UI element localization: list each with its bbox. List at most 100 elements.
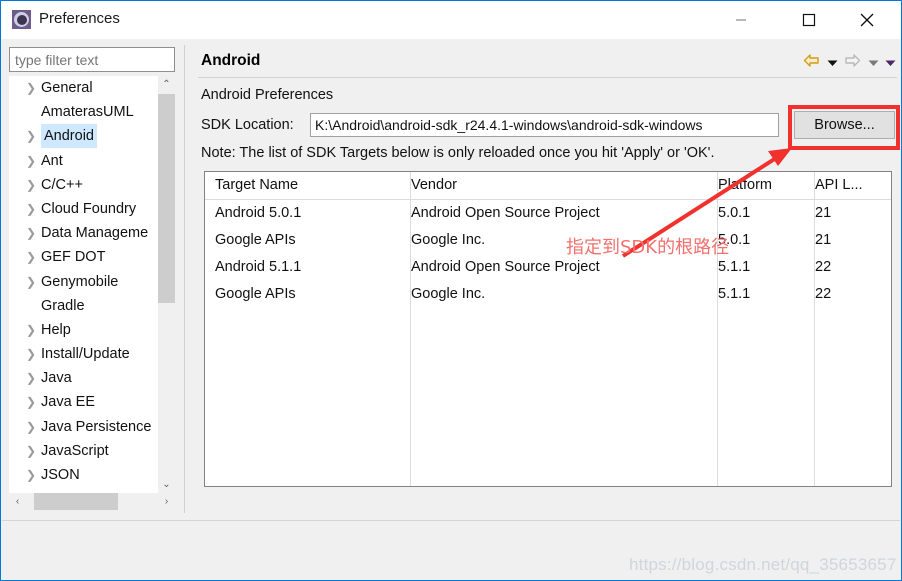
table-cell: Android Open Source Project	[411, 259, 600, 275]
scroll-up-icon[interactable]: ⌃	[158, 76, 175, 93]
column-header[interactable]: Platform	[718, 172, 772, 199]
sidebar-item-label: Java EE	[41, 394, 95, 411]
menu-chevron-down-icon[interactable]	[885, 54, 896, 72]
sidebar-item-label: AmaterasUML	[41, 104, 134, 121]
chevron-right-icon[interactable]: ❯	[26, 415, 36, 439]
sidebar-item-java-ee[interactable]: ❯ Java EE	[9, 390, 175, 414]
table-row[interactable]: Android 5.1.1 Android Open Source Project…	[205, 254, 891, 281]
scrollbar-thumb-vertical[interactable]	[158, 94, 175, 303]
table-cell: Google APIs	[215, 232, 296, 248]
sidebar-item-gradle[interactable]: Gradle	[9, 294, 175, 318]
column-header[interactable]: API L...	[815, 172, 863, 199]
sidebar-item-label: Data Manageme	[41, 225, 149, 242]
sidebar-item-install-update[interactable]: ❯ Install/Update	[9, 342, 175, 366]
scroll-down-icon[interactable]: ⌄	[158, 476, 175, 493]
search-input[interactable]	[9, 47, 175, 72]
sidebar-item-label: Java	[41, 370, 72, 387]
title-divider	[198, 77, 897, 78]
close-button[interactable]	[844, 1, 890, 38]
chevron-right-icon[interactable]: ❯	[26, 124, 36, 148]
table-cell: Google APIs	[215, 286, 296, 302]
sidebar-item-label: Cloud Foundry	[41, 200, 137, 217]
scrollbar-thumb-horizontal[interactable]	[34, 493, 118, 510]
column-header[interactable]: Vendor	[411, 172, 457, 199]
sidebar-item-amaterasuml[interactable]: AmaterasUML	[9, 100, 175, 124]
chevron-right-icon[interactable]: ❯	[26, 318, 36, 342]
gear-icon	[12, 10, 31, 29]
preferences-window: Preferences ❯GeneralAmaterasUML❯Android❯…	[0, 0, 902, 581]
table-cell: Google Inc.	[411, 286, 486, 302]
sidebar-item-help[interactable]: ❯ Help	[9, 318, 175, 342]
sidebar-item-label: General	[41, 80, 93, 96]
sidebar-item-json[interactable]: ❯ JSON	[9, 463, 175, 487]
navigation-bar	[801, 53, 896, 73]
scroll-right-icon[interactable]: ›	[158, 493, 175, 510]
section-label: Android Preferences	[201, 87, 334, 103]
browse-button[interactable]: Browse...	[794, 111, 895, 139]
back-dropdown-chevron-down-icon[interactable]	[827, 54, 838, 72]
sidebar-item-label: Android	[41, 124, 97, 149]
table-cell: 21	[815, 205, 832, 221]
pane-divider	[184, 45, 185, 513]
table-row[interactable]: Android 5.0.1 Android Open Source Project…	[205, 200, 891, 227]
tree-horizontal-scrollbar[interactable]: ‹ ›	[9, 493, 175, 510]
table-cell: Google Inc.	[411, 232, 486, 248]
dialog-footer: ? Apply and Close Cancel	[2, 521, 900, 579]
sidebar-item-data-manageme[interactable]: ❯ Data Manageme	[9, 221, 175, 245]
tree-vertical-scrollbar[interactable]: ⌃ ⌄	[158, 76, 175, 493]
sidebar-item-ant[interactable]: ❯ Ant	[9, 149, 175, 173]
sidebar-item-general[interactable]: ❯ General	[9, 76, 175, 100]
sidebar-item-gef-dot[interactable]: ❯ GEF DOT	[9, 245, 175, 269]
table-cell: Android 5.0.1	[215, 205, 302, 221]
sidebar-item-label: Gradle	[41, 297, 85, 314]
android-preferences-pane: Android Android Preferences SDK Location…	[191, 45, 901, 551]
sidebar-item-label: Genymobile	[41, 273, 119, 290]
chevron-right-icon[interactable]: ❯	[26, 439, 36, 463]
forward-arrow-icon[interactable]	[844, 53, 861, 73]
chevron-right-icon[interactable]: ❯	[26, 366, 36, 390]
sidebar-item-javascript[interactable]: ❯ JavaScript	[9, 439, 175, 463]
sidebar-item-label: Ant	[41, 152, 63, 169]
chevron-right-icon[interactable]: ❯	[26, 390, 36, 414]
chevron-right-icon[interactable]: ❯	[26, 173, 36, 197]
minimize-button[interactable]	[718, 1, 764, 38]
chevron-right-icon[interactable]: ❯	[26, 221, 36, 245]
sidebar-item-java[interactable]: ❯ Java	[9, 366, 175, 390]
chevron-right-icon[interactable]: ❯	[26, 76, 36, 100]
table-cell: 5.1.1	[718, 286, 751, 302]
table-cell: 22	[815, 286, 832, 302]
sdk-targets-table[interactable]: Target Name Vendor Platform API L... Android…	[204, 171, 892, 487]
sidebar-item-genymobile[interactable]: ❯ Genymobile	[9, 270, 175, 294]
sidebar-item-cloud-foundry[interactable]: ❯ Cloud Foundry	[9, 197, 175, 221]
sidebar-item-java-persistence[interactable]: ❯ Java Persistence	[9, 415, 175, 439]
chevron-right-icon[interactable]: ❯	[26, 197, 36, 221]
sidebar-item-label: JSON	[41, 467, 80, 483]
table-cell: Android 5.1.1	[215, 259, 302, 275]
sidebar-item-label: GEF DOT	[41, 249, 106, 266]
table-row[interactable]: Google APIs Google Inc. 5.0.1 21	[205, 227, 891, 254]
table-cell: 21	[815, 232, 832, 248]
forward-dropdown-chevron-down-icon[interactable]	[868, 54, 879, 72]
back-arrow-icon[interactable]	[803, 53, 820, 73]
column-header[interactable]: Target Name	[215, 172, 298, 199]
sidebar-item-c-c[interactable]: ❯ C/C++	[9, 173, 175, 197]
table-row[interactable]: Google APIs Google Inc. 5.1.1 22	[205, 281, 891, 308]
title-bar: Preferences	[1, 1, 901, 39]
preferences-tree[interactable]: ❯ General AmaterasUML ❯ Android ❯ Ant ❯ C/C++ ❯ Cl…	[9, 76, 175, 493]
chevron-right-icon[interactable]: ❯	[26, 342, 36, 366]
scroll-left-icon[interactable]: ‹	[9, 493, 26, 510]
sidebar-item-label: Install/Update	[41, 346, 130, 363]
chevron-right-icon[interactable]: ❯	[26, 245, 36, 269]
sdk-targets-note: Note: The list of SDK Targets below is o…	[201, 145, 715, 161]
maximize-button[interactable]	[786, 1, 832, 38]
chevron-right-icon[interactable]: ❯	[26, 463, 36, 487]
sidebar-item-label: Java Persistence	[41, 418, 152, 435]
table-cell: 5.1.1	[718, 259, 751, 275]
sdk-location-input[interactable]	[310, 113, 779, 137]
table-cell: 22	[815, 259, 832, 275]
page-title: Android	[201, 52, 261, 69]
chevron-right-icon[interactable]: ❯	[26, 270, 36, 294]
table-cell: Android Open Source Project	[411, 205, 600, 221]
chevron-right-icon[interactable]: ❯	[26, 149, 36, 173]
sidebar-item-android[interactable]: ❯ Android	[9, 124, 175, 149]
